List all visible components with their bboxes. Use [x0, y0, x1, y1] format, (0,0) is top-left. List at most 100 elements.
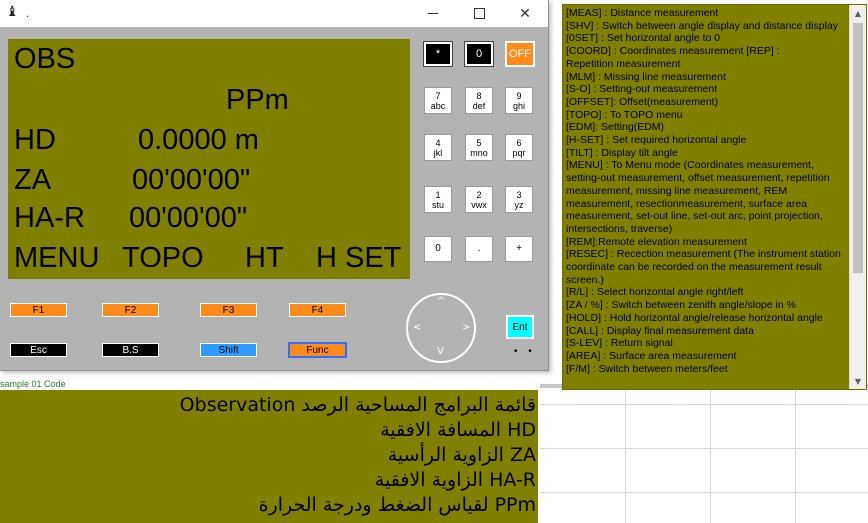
help-item: [SHV] : Switch between angle display and… — [566, 19, 838, 32]
help-item: [0SET] : Set horizontal angle to 0 — [566, 32, 721, 45]
esc-button[interactable]: Esc — [10, 343, 67, 357]
zero-key-top[interactable]: 0 — [464, 41, 494, 67]
f1-label: F1 — [32, 304, 45, 316]
key-4[interactable]: 4 jkl — [424, 134, 452, 161]
key-5[interactable]: 5 mno — [465, 134, 493, 161]
help-item: [AREA] : Surface area measurement — [566, 349, 737, 362]
lcd-softkey-3: HT — [245, 242, 284, 274]
total-station-emulator-window: ♝ . ✕ OBS PPm HD 0.0000 m ZA 00'00'00" H… — [0, 0, 549, 371]
key-9-letters: ghi — [512, 100, 525, 111]
star-key-label: * — [435, 48, 441, 60]
title-bar[interactable]: ♝ . ✕ — [0, 0, 548, 27]
scroll-up-icon[interactable]: ▲ — [850, 5, 866, 21]
f4-button[interactable]: F4 — [289, 303, 346, 317]
key-help-panel[interactable]: [MEAS] : Distance measurement [SHV] : Sw… — [562, 4, 867, 390]
key-2-letters: vwx — [471, 199, 487, 210]
lcd-har-label: HA-R — [14, 202, 85, 234]
key-8-num: 8 — [476, 90, 482, 101]
shift-label: Shift — [218, 344, 239, 356]
f2-label: F2 — [124, 304, 137, 316]
help-item: [HOLD] : Hold horizontal angle/release h… — [566, 311, 823, 324]
arabic-line: Observation قائمة البرامج المساحية الرصد — [179, 394, 536, 416]
key-3[interactable]: 3 yz — [505, 186, 533, 213]
help-item: [S-O] : Setting-out measurement — [566, 83, 718, 96]
help-item: [F/M] : Switch between meters/feet — [566, 362, 728, 375]
power-off-label: OFF — [509, 48, 531, 60]
key-plus-label: + — [516, 243, 522, 254]
key-8[interactable]: 8 def — [465, 87, 493, 114]
zero-key-top-label: 0 — [475, 48, 483, 60]
maximize-button[interactable] — [456, 0, 502, 27]
maximize-icon — [473, 8, 485, 19]
app-icon: ♝ — [6, 4, 19, 20]
scroll-down-icon[interactable]: ▼ — [850, 373, 866, 389]
power-off-button[interactable]: OFF — [505, 41, 535, 67]
help-item: [TILT] : Display tilt angle — [566, 146, 678, 159]
help-item: [MLM] : Missing line measurement — [566, 70, 726, 83]
dpad-down-icon[interactable]: V — [437, 346, 444, 357]
minimize-button[interactable] — [410, 0, 456, 27]
key-plus[interactable]: + — [505, 236, 533, 262]
shift-button[interactable]: Shift — [200, 343, 257, 357]
key-5-letters: mno — [470, 147, 488, 158]
lcd-ppm: PPm — [226, 84, 289, 116]
lcd-za-value: 00'00'00" — [132, 164, 251, 196]
direction-pad[interactable]: ^ V < > — [406, 293, 476, 363]
key-6-letters: pqr — [512, 147, 526, 158]
key-4-letters: jkl — [433, 147, 443, 158]
background-window-fragment: sample 01 Code — [0, 370, 560, 390]
key-9-num: 9 — [516, 90, 522, 101]
key-0[interactable]: 0 — [424, 236, 452, 262]
key-0-label: 0 — [435, 243, 441, 254]
key-2[interactable]: 2 vwx — [465, 186, 493, 213]
key-9[interactable]: 9 ghi — [505, 87, 533, 114]
help-item: [ZA / %] : Switch between zenith angle/s… — [566, 299, 796, 312]
lcd-za-label: ZA — [14, 164, 52, 196]
background-grid — [540, 388, 868, 523]
f2-button[interactable]: F2 — [102, 303, 159, 317]
close-icon: ✕ — [519, 5, 531, 22]
func-label: Func — [306, 344, 329, 356]
arabic-line: المسافة الافقية HD — [380, 419, 536, 441]
dpad-right-icon[interactable]: > — [462, 322, 470, 333]
close-button[interactable]: ✕ — [502, 0, 548, 27]
help-item: [H-SET] : Set required horizontal angle — [566, 134, 747, 147]
f3-button[interactable]: F3 — [200, 303, 257, 317]
key-dot-label: . — [477, 243, 481, 254]
dpad-left-icon[interactable]: < — [413, 322, 421, 333]
arabic-explanation-panel: Observation قائمة البرامج المساحية الرصد… — [0, 390, 538, 523]
help-item: [CALL] : Display final measurement data — [566, 324, 754, 337]
backspace-label: B.S — [122, 344, 139, 356]
help-item: [TOPO] : To TOPO menu — [566, 108, 683, 121]
help-item: [MENU] : To Menu mode (Coordinates measu… — [566, 159, 830, 235]
backspace-button[interactable]: B.S — [102, 343, 159, 357]
dpad-up-icon[interactable]: ^ — [437, 296, 445, 307]
help-scrollbar[interactable]: ▲ ▼ — [849, 5, 866, 389]
arabic-line: الزاوية الرأسية ZA — [387, 444, 536, 466]
key-dot[interactable]: . — [465, 236, 493, 262]
help-item: [S-LEV] : Return signal — [566, 337, 673, 350]
f1-button[interactable]: F1 — [10, 303, 67, 317]
help-item: [COORD] : Coordinates measurement [REP] … — [566, 45, 780, 58]
key-3-letters: yz — [514, 199, 524, 210]
key-7[interactable]: 7 abc — [424, 87, 452, 114]
lcd-mode: OBS — [14, 43, 76, 75]
f4-label: F4 — [311, 304, 324, 316]
lcd-har-value: 00'00'00" — [129, 202, 248, 234]
key-1-num: 1 — [435, 189, 441, 200]
lcd-softkey-1: MENU — [14, 242, 100, 274]
key-4-num: 4 — [435, 137, 441, 148]
scroll-thumb[interactable] — [853, 23, 863, 273]
key-6-num: 6 — [516, 137, 522, 148]
key-1[interactable]: 1 stu — [424, 186, 452, 213]
help-list: [MEAS] : Distance measurement [SHV] : Sw… — [566, 7, 848, 375]
background-text: sample 01 Code — [0, 379, 66, 389]
star-key[interactable]: * — [423, 41, 453, 67]
key-2-num: 2 — [476, 189, 482, 200]
func-button[interactable]: Func — [288, 342, 347, 358]
arabic-line: لقياس الضغط ودرجة الحرارة PPm — [258, 494, 536, 516]
help-item: [OFFSET]: Offset(measurement) — [566, 95, 719, 108]
key-6[interactable]: 6 pqr — [505, 134, 533, 161]
enter-button[interactable]: Ent — [506, 315, 534, 339]
esc-label: Esc — [30, 344, 47, 356]
